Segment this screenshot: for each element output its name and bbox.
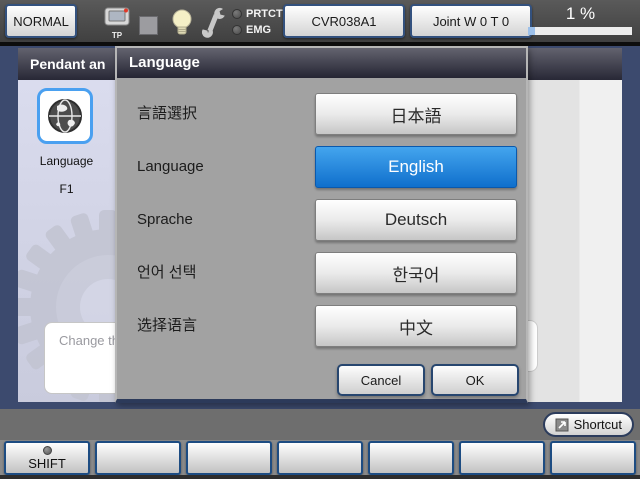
speed-progress-fill — [528, 27, 535, 35]
prtct-led-icon — [232, 9, 242, 19]
function-key-blank-5[interactable] — [459, 441, 545, 475]
language-option-german[interactable]: Deutsch — [315, 199, 517, 241]
language-row-label-chinese: 选择语言 — [137, 305, 197, 347]
globe-icon — [45, 96, 85, 136]
language-option-korean[interactable]: 한국어 — [315, 252, 517, 294]
change-language-message-text: Change th — [59, 333, 115, 348]
safety-indicators: PRTCT EMG — [232, 6, 283, 38]
language-row-label-english: Language — [137, 146, 204, 188]
speed-progress-track — [528, 27, 632, 35]
shift-led-icon — [43, 446, 52, 455]
shift-key-label: SHIFT — [28, 456, 66, 471]
wrench-icon — [202, 7, 226, 43]
function-key-blank-6[interactable] — [550, 441, 636, 475]
language-dialog-title: Language — [117, 48, 526, 78]
teach-pendant-icon-glyph — [103, 7, 131, 26]
coordinate-mode-button[interactable]: Joint W 0 T 0 — [410, 4, 532, 38]
function-key-blank-4[interactable] — [368, 441, 454, 475]
screen-bottom-edge — [0, 475, 640, 479]
prtct-indicator: PRTCT — [232, 6, 283, 21]
function-key-blank-3[interactable] — [277, 441, 363, 475]
language-row-label-japanese: 言語選択 — [137, 93, 197, 135]
language-row-label-korean: 언어 선택 — [137, 252, 196, 294]
language-row-label-german: Sprache — [137, 199, 193, 241]
shift-key[interactable]: SHIFT — [4, 441, 90, 475]
ok-button[interactable]: OK — [431, 364, 519, 396]
cancel-button[interactable]: Cancel — [337, 364, 425, 396]
mode-button[interactable]: NORMAL — [5, 4, 77, 38]
function-key-bar: SHIFT — [0, 440, 640, 479]
language-option-english[interactable]: English — [315, 146, 517, 188]
teach-pendant-icon: TP — [100, 7, 134, 40]
speed-value: 1 % — [528, 4, 633, 24]
program-button[interactable]: CVR038A1 — [283, 4, 405, 38]
shortcut-icon — [555, 418, 569, 432]
language-dialog: Language 言語選択 日本語 Language English Sprac… — [115, 46, 528, 403]
pendant-screen: NORMAL TP — [0, 0, 640, 479]
settings-icon-panel: Language F1 — [18, 80, 115, 402]
emg-label: EMG — [246, 24, 271, 36]
speed-override: 1 % — [528, 4, 633, 35]
emg-led-icon — [232, 25, 242, 35]
lamp-icon — [170, 8, 194, 42]
language-tile-label: Language — [18, 154, 115, 168]
prtct-label: PRTCT — [246, 8, 283, 20]
shortcut-bar: Shortcut — [0, 409, 640, 440]
shortcut-label: Shortcut — [574, 417, 622, 432]
language-option-chinese[interactable]: 中文 — [315, 305, 517, 347]
function-key-blank-1[interactable] — [95, 441, 181, 475]
shortcut-button[interactable]: Shortcut — [543, 412, 634, 437]
status-bar: NORMAL TP — [0, 0, 640, 46]
tp-label: TP — [100, 31, 134, 40]
message-box-edge — [528, 320, 538, 372]
stop-square-icon — [139, 16, 158, 35]
language-setting-tile[interactable] — [37, 88, 93, 144]
change-language-message: Change th — [44, 322, 115, 394]
emg-indicator: EMG — [232, 22, 283, 37]
settings-content-panel — [528, 80, 622, 402]
language-option-japanese[interactable]: 日本語 — [315, 93, 517, 135]
function-key-blank-2[interactable] — [186, 441, 272, 475]
